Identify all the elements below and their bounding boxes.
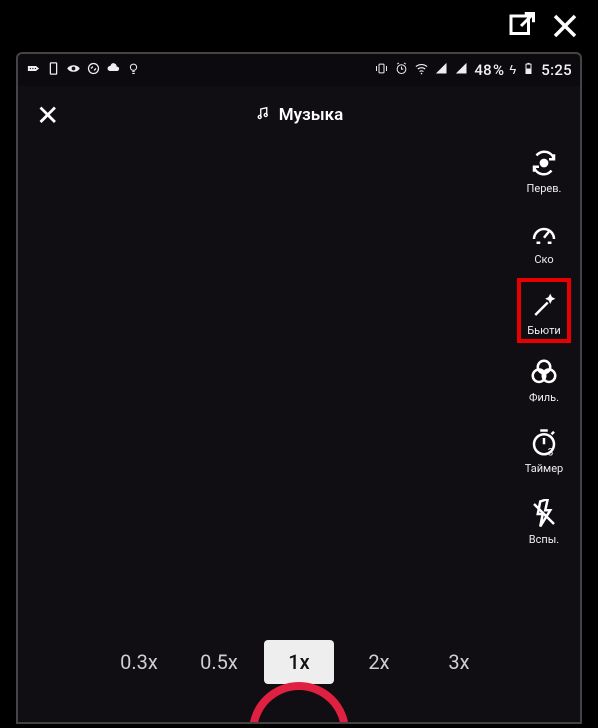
magic-wand-icon bbox=[527, 288, 561, 322]
speed-button[interactable]: Ско bbox=[527, 217, 561, 266]
status-bar: 48 % ϟ 5:25 bbox=[18, 54, 580, 86]
timer-icon: 3 bbox=[527, 426, 561, 460]
bolt-icon: ϟ bbox=[509, 62, 516, 78]
record-button[interactable] bbox=[249, 682, 349, 724]
speed-0.5x[interactable]: 0.5x bbox=[184, 640, 254, 684]
close-button[interactable]: ✕ bbox=[36, 99, 59, 132]
timer-button[interactable]: 3 Таймер bbox=[525, 426, 563, 475]
vibrate-icon bbox=[374, 61, 389, 80]
speed-1x[interactable]: 1x bbox=[264, 640, 334, 684]
flash-off-icon bbox=[527, 497, 561, 531]
speed-selector: 0.3x 0.5x 1x 2x 3x bbox=[18, 640, 580, 684]
speed-label: Ско bbox=[534, 253, 553, 266]
flash-button[interactable]: Вспы. bbox=[527, 497, 561, 546]
wifi-icon bbox=[414, 61, 429, 80]
signal1-icon bbox=[434, 61, 449, 80]
add-music-button[interactable]: Музыка bbox=[255, 105, 344, 126]
device-frame: 48 % ϟ 5:25 ✕ Му bbox=[16, 52, 582, 724]
sync-icon bbox=[86, 61, 101, 80]
speedometer-icon bbox=[527, 217, 561, 251]
alarm-icon bbox=[394, 61, 409, 80]
right-rail: Перев. Ско bbox=[508, 146, 580, 546]
cloud-icon bbox=[106, 61, 121, 80]
flash-label: Вспы. bbox=[529, 533, 559, 546]
filters-icon bbox=[527, 355, 561, 389]
top-row: ✕ Музыка bbox=[18, 86, 580, 144]
tag-icon bbox=[26, 61, 41, 80]
open-external-icon[interactable] bbox=[506, 11, 536, 45]
beauty-button[interactable]: Бьюти bbox=[517, 278, 571, 343]
status-left-icons bbox=[26, 61, 141, 80]
clock: 5:25 bbox=[541, 61, 572, 79]
close-icon[interactable] bbox=[550, 11, 580, 45]
device-icon bbox=[46, 61, 61, 80]
svg-text:3: 3 bbox=[548, 448, 554, 459]
pct-sign: % bbox=[493, 61, 504, 79]
switch-camera-icon bbox=[527, 146, 561, 180]
filters-label: Филь. bbox=[529, 391, 559, 404]
signal2-icon bbox=[454, 61, 469, 80]
switch-camera-button[interactable]: Перев. bbox=[527, 146, 562, 195]
beauty-label: Бьюти bbox=[527, 324, 561, 337]
filters-button[interactable]: Филь. bbox=[527, 355, 561, 404]
speed-0.3x[interactable]: 0.3x bbox=[104, 640, 174, 684]
timer-label: Таймер bbox=[525, 462, 563, 475]
battery-icon bbox=[521, 61, 536, 80]
music-label: Музыка bbox=[279, 105, 344, 125]
browser-chrome bbox=[4, 4, 594, 52]
status-right-icons: 48 % ϟ 5:25 bbox=[374, 61, 572, 80]
bulb-icon bbox=[126, 61, 141, 80]
camera-app: ✕ Музыка bbox=[18, 86, 580, 722]
speed-3x[interactable]: 3x bbox=[424, 640, 494, 684]
eye-icon bbox=[66, 61, 81, 80]
music-note-icon bbox=[255, 105, 271, 126]
switch-camera-label: Перев. bbox=[527, 182, 562, 195]
battery-pct: 48 bbox=[474, 61, 492, 79]
speed-2x[interactable]: 2x bbox=[344, 640, 414, 684]
outer-frame: 48 % ϟ 5:25 ✕ Му bbox=[0, 0, 598, 728]
